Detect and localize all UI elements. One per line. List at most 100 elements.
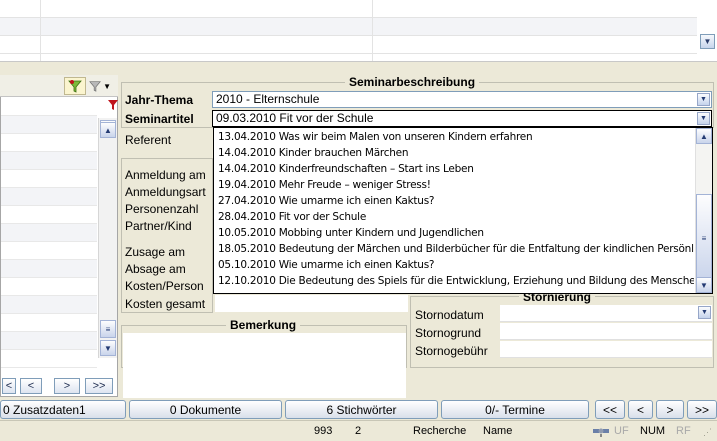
chevron-down-icon[interactable]: ▼ [697, 93, 710, 106]
chevron-down-icon: ▼ [104, 343, 112, 353]
scroll-up-button[interactable]: ▲ [696, 128, 712, 144]
record-count: 993 [314, 425, 333, 437]
chevron-down-icon[interactable]: ▼ [698, 306, 711, 319]
seminartitel-label: Seminartitel [125, 112, 194, 126]
tab-termine[interactable]: 0/- Termine [441, 400, 589, 419]
dropdown-option[interactable]: 14.04.2010 Kinder brauchen Märchen [216, 145, 694, 161]
dropdown-option[interactable]: 05.10.2010 Wie umarme ich einen Kaktus? [216, 257, 694, 273]
seminartitel-select[interactable]: 09.03.2010 Fit vor der Schule ▼ [212, 110, 712, 127]
bemerkung-group-title: Bemerkung [226, 318, 301, 332]
storno-spacer [408, 370, 717, 398]
num-indicator: NUM [640, 425, 666, 437]
list-row[interactable] [1, 170, 97, 188]
list-row[interactable] [1, 314, 97, 332]
grid-dropdown-button[interactable]: ▼ [700, 34, 715, 49]
list-row[interactable] [1, 134, 97, 152]
list-row[interactable] [1, 332, 97, 350]
resize-grip-icon[interactable]: ⋰ [703, 427, 712, 438]
tab-stichwoerter[interactable]: 6 Stichwörter [285, 400, 438, 419]
chevron-down-icon[interactable]: ▼ [697, 112, 710, 125]
dropdown-option[interactable]: 27.04.2010 Wie umarme ich einen Kaktus? [216, 193, 694, 209]
filter-active-button[interactable] [64, 77, 86, 95]
scroll-down-button[interactable]: ▼ [696, 277, 712, 293]
termine-first-button[interactable]: << [595, 400, 625, 419]
list-scrollbar[interactable]: ▲ ≡ ▼ [98, 118, 117, 358]
list-row[interactable] [1, 188, 97, 206]
stornodatum-label: Stornodatum [415, 308, 484, 322]
grid-row[interactable] [0, 36, 697, 54]
termine-next-button[interactable]: > [656, 400, 684, 419]
grip-icon: ≡ [105, 324, 111, 334]
dropdown-option[interactable]: 13.04.2010 Was wir beim Malen von unsere… [216, 129, 694, 145]
tab-dokumente[interactable]: 0 Dokumente [129, 400, 282, 419]
kosten-gesamt-label: Kosten gesamt [125, 297, 206, 311]
list-row[interactable] [1, 152, 97, 170]
dropdown-option[interactable]: 10.05.2010 Mobbing unter Kindern und Jug… [216, 225, 694, 241]
chevron-down-icon: ▼ [703, 37, 712, 46]
filter-menu-button[interactable]: ▼ [89, 78, 111, 94]
dropdown-option[interactable]: 18.05.2010 Bedeutung der Märchen und Bil… [216, 241, 694, 257]
termine-prev-button[interactable]: < [628, 400, 653, 419]
referent-label: Referent [125, 133, 172, 147]
absage-am-label: Absage am [125, 262, 186, 276]
zusage-am-label: Zusage am [125, 245, 186, 259]
grid-row[interactable] [0, 18, 697, 36]
seminar-group-title: Seminarbeschreibung [345, 75, 480, 89]
list-row[interactable] [1, 224, 97, 242]
chevron-down-icon: ▼ [103, 81, 111, 91]
nav-next-button[interactable]: > [54, 378, 80, 394]
stornogrund-label: Stornogrund [415, 326, 482, 340]
top-grid[interactable]: ▼ [0, 0, 717, 62]
tab-zusatzdaten[interactable]: 0 Zusatzdaten1 [0, 400, 126, 419]
kosten-person-label: Kosten/Person [125, 279, 204, 293]
dropdown-option[interactable]: 12.10.2010 Die Bedeutung des Spiels für … [216, 273, 694, 289]
personenzahl-label: Personenzahl [125, 202, 199, 216]
list-row[interactable] [1, 260, 97, 278]
filter-remove-icon[interactable] [107, 99, 119, 111]
list-row[interactable] [1, 278, 97, 296]
termine-last-button[interactable]: >> [687, 400, 717, 419]
grip-icon: ≡ [701, 233, 707, 243]
nav-last-button[interactable]: >> [85, 378, 113, 394]
left-scroll-up-button[interactable]: ▲ [100, 122, 116, 138]
stornogebuehr-input[interactable] [500, 341, 712, 358]
anmeldungsart-label: Anmeldungsart [125, 185, 206, 199]
jahr-thema-label: Jahr-Thema [125, 93, 194, 107]
list-row[interactable] [1, 116, 97, 134]
seminartitel-value: 09.03.2010 Fit vor der Schule [216, 111, 374, 125]
list-row[interactable] [1, 296, 97, 314]
satellite-icon [593, 428, 609, 437]
scroll-thumb[interactable]: ≡ [696, 194, 712, 282]
list-row[interactable] [1, 98, 97, 116]
dropdown-scrollbar[interactable]: ▲ ≡ ▼ [695, 128, 712, 293]
stornogebuehr-label: Stornogebühr [415, 344, 488, 358]
list-row[interactable] [1, 350, 97, 368]
list-row[interactable] [1, 242, 97, 260]
funnel-icon [89, 81, 101, 92]
kosten-gesamt-input[interactable] [215, 295, 408, 312]
jahr-thema-select[interactable]: 2010 - Elternschule ▼ [212, 91, 712, 108]
left-toolbar: ▼ [0, 75, 118, 97]
mode-indicator: Recherche [413, 425, 467, 437]
stornogrund-input[interactable] [500, 323, 712, 340]
record-index: 2 [355, 425, 362, 437]
funnel-icon [68, 80, 82, 93]
seminartitel-dropdown-list[interactable]: 13.04.2010 Was wir beim Malen von unsere… [213, 127, 713, 294]
dropdown-option[interactable]: 28.04.2010 Fit vor der Schule [216, 209, 694, 225]
nav-prev-partial-button[interactable]: < [2, 378, 16, 394]
chevron-up-icon: ▲ [700, 131, 708, 141]
status-bar: 993 2 Recherche Name UF NUM RF ⋰ [0, 420, 717, 441]
uf-indicator: UF [614, 425, 629, 437]
list-row[interactable] [1, 206, 97, 224]
stornodatum-select[interactable]: ▼ [500, 305, 712, 322]
dropdown-option[interactable]: 14.04.2010 Kinderfreundschaften – Start … [216, 161, 694, 177]
rf-indicator: RF [676, 425, 691, 437]
partner-kind-label: Partner/Kind [125, 219, 192, 233]
scroll-thumb[interactable]: ≡ [100, 320, 116, 338]
grid-divider [40, 0, 41, 61]
grid-row[interactable] [0, 0, 697, 18]
scroll-down-button[interactable]: ▼ [100, 340, 116, 356]
nav-prev-button[interactable]: < [20, 378, 42, 394]
bemerkung-textarea[interactable] [123, 333, 406, 398]
dropdown-option[interactable]: 19.04.2010 Mehr Freude – weniger Stress! [216, 177, 694, 193]
